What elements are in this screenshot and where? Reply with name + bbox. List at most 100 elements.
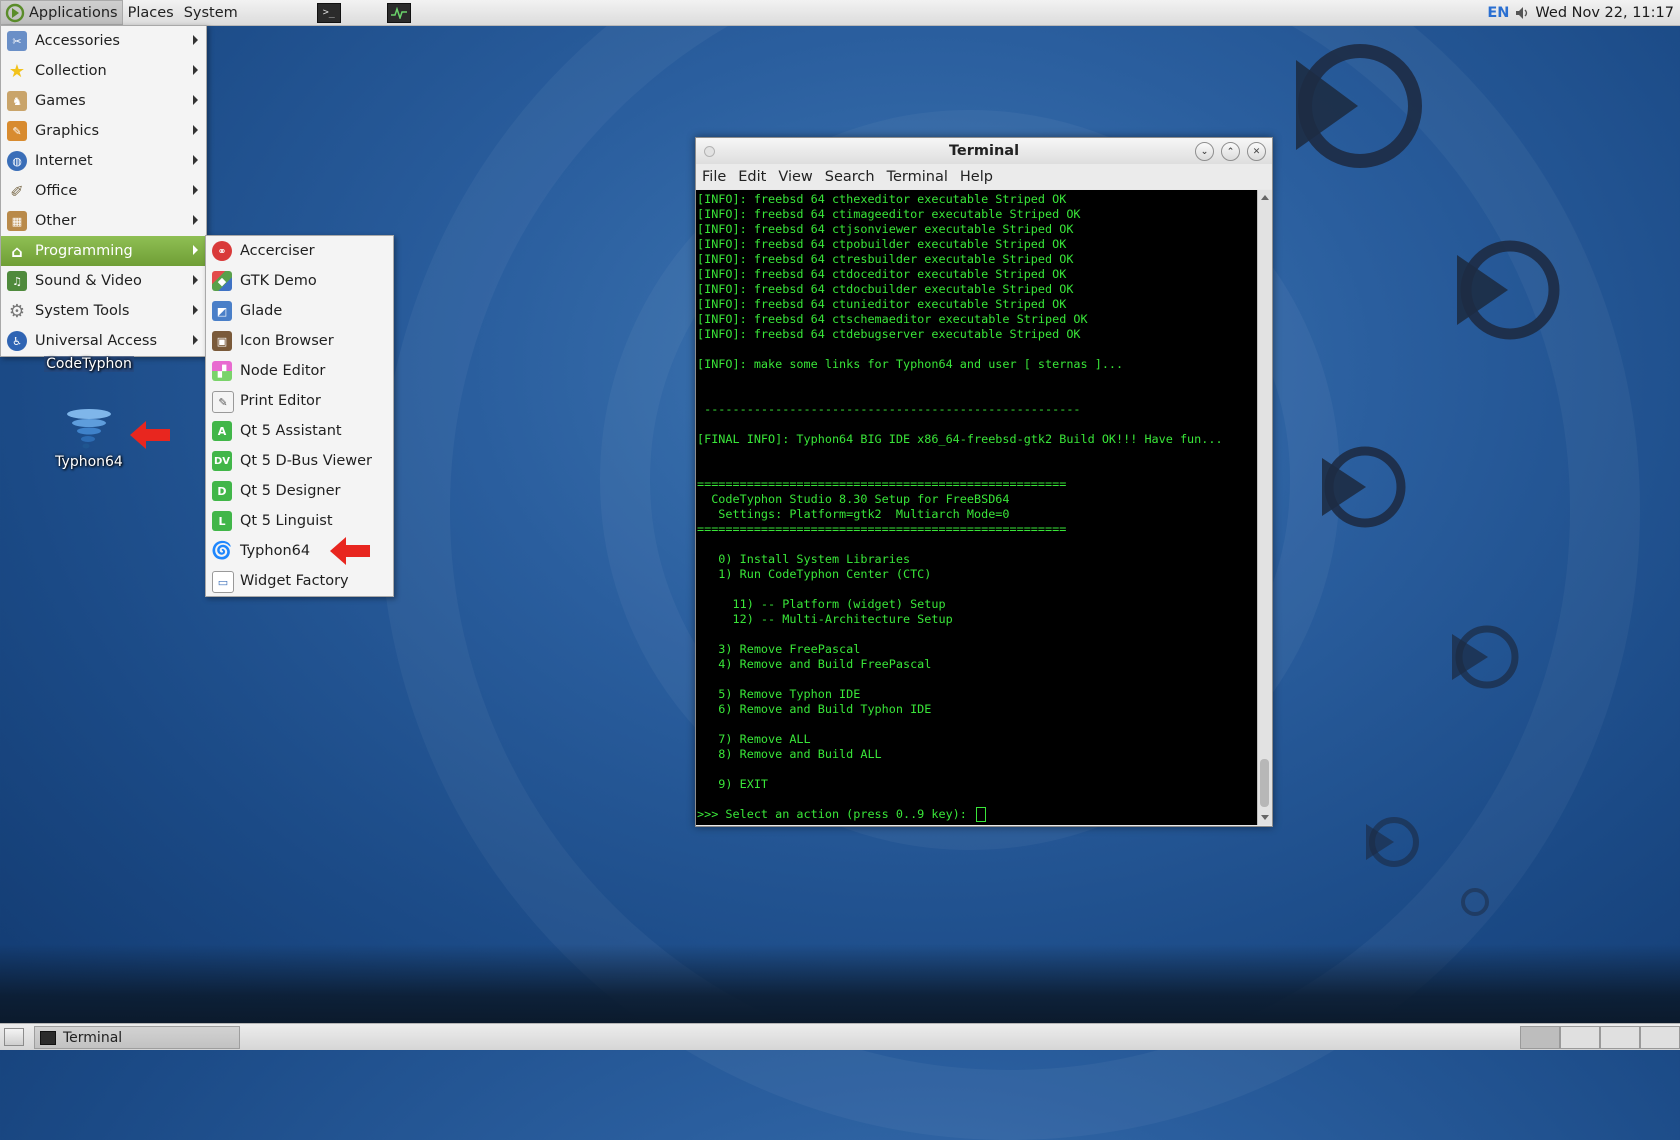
menu-item-label: Programming bbox=[35, 243, 133, 259]
menu-item-print-editor[interactable]: ✎ Print Editor bbox=[206, 386, 393, 416]
taskbar-item-label: Terminal bbox=[63, 1029, 123, 1046]
show-desktop-icon[interactable] bbox=[4, 1028, 24, 1046]
terminal-task-icon bbox=[40, 1030, 56, 1045]
submenu-arrow-icon bbox=[193, 65, 198, 75]
terminal-scrollbar[interactable] bbox=[1257, 190, 1272, 825]
places-label: Places bbox=[127, 4, 174, 21]
menu-item-label: Node Editor bbox=[240, 363, 326, 379]
menu-item-programming[interactable]: ⌂ Programming bbox=[1, 236, 206, 266]
menu-item-universal-access[interactable]: ♿ Universal Access bbox=[1, 326, 206, 356]
volume-icon[interactable] bbox=[1515, 6, 1529, 20]
terminal-launcher-icon[interactable]: >_ bbox=[316, 2, 341, 23]
menu-item-label: Qt 5 Designer bbox=[240, 483, 341, 499]
menu-item-label: GTK Demo bbox=[240, 273, 317, 289]
scrollbar-thumb[interactable] bbox=[1260, 759, 1269, 807]
menu-item-qt5-designer[interactable]: D Qt 5 Designer bbox=[206, 476, 393, 506]
menu-item-label: Typhon64 bbox=[240, 543, 311, 559]
close-icon[interactable]: ✕ bbox=[1247, 142, 1266, 161]
system-tools-icon: ⚙ bbox=[8, 300, 26, 322]
menu-item-label: Print Editor bbox=[240, 393, 321, 409]
menu-view[interactable]: View bbox=[772, 169, 818, 185]
window-menu-icon[interactable] bbox=[704, 146, 715, 157]
menu-item-label: Qt 5 Linguist bbox=[240, 513, 333, 529]
menu-help[interactable]: Help bbox=[954, 169, 999, 185]
terminal-output-area[interactable]: [INFO]: freebsd 64 cthexeditor executabl… bbox=[696, 190, 1258, 825]
qt-designer-icon: D bbox=[212, 481, 232, 501]
menu-item-label: Collection bbox=[35, 63, 107, 79]
menu-item-glade[interactable]: ◩ Glade bbox=[206, 296, 393, 326]
workspace-4[interactable] bbox=[1640, 1026, 1680, 1049]
menu-item-collection[interactable]: ★ Collection bbox=[1, 56, 206, 86]
menu-item-label: Office bbox=[35, 183, 78, 199]
scroll-up-arrow-icon[interactable] bbox=[1261, 195, 1269, 200]
menu-item-gtk-demo[interactable]: ◆ GTK Demo bbox=[206, 266, 393, 296]
top-panel: Applications Places System >_ EN Wed Nov… bbox=[0, 0, 1680, 26]
wallpaper-grass bbox=[0, 944, 1680, 1024]
star-icon: ★ bbox=[8, 60, 26, 82]
menu-item-accerciser[interactable]: ⚭ Accerciser bbox=[206, 236, 393, 266]
terminal-cursor bbox=[976, 807, 986, 822]
terminal-prompt: >>> Select an action (press 0..9 key): bbox=[697, 807, 974, 821]
desktop-icon-codetyphon[interactable]: CodeTyphon bbox=[44, 356, 134, 372]
menu-item-icon-browser[interactable]: ▣ Icon Browser bbox=[206, 326, 393, 356]
desktop-icon-label: Typhon64 bbox=[55, 454, 123, 470]
terminal-window[interactable]: Terminal ⌄ ⌃ ✕ File Edit View Search Ter… bbox=[695, 137, 1273, 827]
games-icon: ♞ bbox=[7, 91, 27, 111]
menu-item-qt5-assistant[interactable]: A Qt 5 Assistant bbox=[206, 416, 393, 446]
applications-menu-button[interactable]: Applications bbox=[0, 0, 123, 25]
gtk-demo-icon: ◆ bbox=[212, 271, 232, 291]
menu-item-label: Universal Access bbox=[35, 333, 158, 349]
qt-dbus-viewer-icon: DV bbox=[212, 451, 232, 471]
submenu-arrow-icon bbox=[193, 335, 198, 345]
menu-item-typhon64[interactable]: 🌀 Typhon64 bbox=[206, 536, 393, 566]
glade-icon: ◩ bbox=[212, 301, 232, 321]
menu-search[interactable]: Search bbox=[819, 169, 881, 185]
menu-item-qt5-linguist[interactable]: L Qt 5 Linguist bbox=[206, 506, 393, 536]
places-menu-button[interactable]: Places bbox=[123, 0, 179, 25]
menu-item-graphics[interactable]: ✎ Graphics bbox=[1, 116, 206, 146]
system-monitor-launcher-icon[interactable] bbox=[386, 2, 411, 23]
programming-icon: ⌂ bbox=[11, 241, 23, 261]
menu-item-node-editor[interactable]: ▞ Node Editor bbox=[206, 356, 393, 386]
monitor-graph-icon bbox=[390, 6, 407, 19]
maximize-icon[interactable]: ⌃ bbox=[1221, 142, 1240, 161]
programming-submenu: ⚭ Accerciser ◆ GTK Demo ◩ Glade ▣ Icon B… bbox=[205, 235, 394, 597]
menu-item-widget-factory[interactable]: ▭ Widget Factory bbox=[206, 566, 393, 596]
clock[interactable]: Wed Nov 22, 11:17 bbox=[1535, 5, 1674, 21]
submenu-arrow-icon bbox=[193, 155, 198, 165]
qt-linguist-icon: L bbox=[212, 511, 232, 531]
workspace-3[interactable] bbox=[1600, 1026, 1640, 1049]
submenu-arrow-icon bbox=[193, 125, 198, 135]
print-editor-icon: ✎ bbox=[212, 391, 234, 413]
menu-item-system-tools[interactable]: ⚙ System Tools bbox=[1, 296, 206, 326]
menu-item-accessories[interactable]: ✂ Accessories bbox=[1, 26, 206, 56]
menu-edit[interactable]: Edit bbox=[732, 169, 772, 185]
menu-item-other[interactable]: ▦ Other bbox=[1, 206, 206, 236]
terminal-titlebar[interactable]: Terminal ⌄ ⌃ ✕ bbox=[696, 138, 1272, 164]
menu-file[interactable]: File bbox=[696, 169, 732, 185]
menu-item-label: Accerciser bbox=[240, 243, 315, 259]
globe-icon: ◍ bbox=[7, 151, 27, 171]
workspace-1[interactable] bbox=[1520, 1026, 1560, 1049]
menu-item-sound-video[interactable]: ♫ Sound & Video bbox=[1, 266, 206, 296]
menu-item-internet[interactable]: ◍ Internet bbox=[1, 146, 206, 176]
submenu-arrow-icon bbox=[193, 35, 198, 45]
minimize-icon[interactable]: ⌄ bbox=[1195, 142, 1214, 161]
menu-terminal[interactable]: Terminal bbox=[881, 169, 954, 185]
menu-item-label: Accessories bbox=[35, 33, 120, 49]
panel-tray: EN Wed Nov 22, 11:17 bbox=[1487, 0, 1674, 25]
menu-item-label: Sound & Video bbox=[35, 273, 142, 289]
workspace-2[interactable] bbox=[1560, 1026, 1600, 1049]
menu-item-qt5-dbus-viewer[interactable]: DV Qt 5 D-Bus Viewer bbox=[206, 446, 393, 476]
workspace-switcher bbox=[1520, 1026, 1680, 1049]
menu-item-office[interactable]: ✐ Office bbox=[1, 176, 206, 206]
accerciser-icon: ⚭ bbox=[212, 241, 232, 261]
menu-item-label: Internet bbox=[35, 153, 93, 169]
desktop-icon-typhon64[interactable]: Typhon64 bbox=[50, 406, 128, 476]
taskbar-item-terminal[interactable]: Terminal bbox=[34, 1026, 240, 1049]
system-menu-button[interactable]: System bbox=[179, 0, 243, 25]
bottom-panel: Terminal bbox=[0, 1023, 1680, 1050]
menu-item-games[interactable]: ♞ Games bbox=[1, 86, 206, 116]
keyboard-layout-indicator[interactable]: EN bbox=[1487, 5, 1509, 21]
scroll-down-arrow-icon[interactable] bbox=[1261, 815, 1269, 820]
